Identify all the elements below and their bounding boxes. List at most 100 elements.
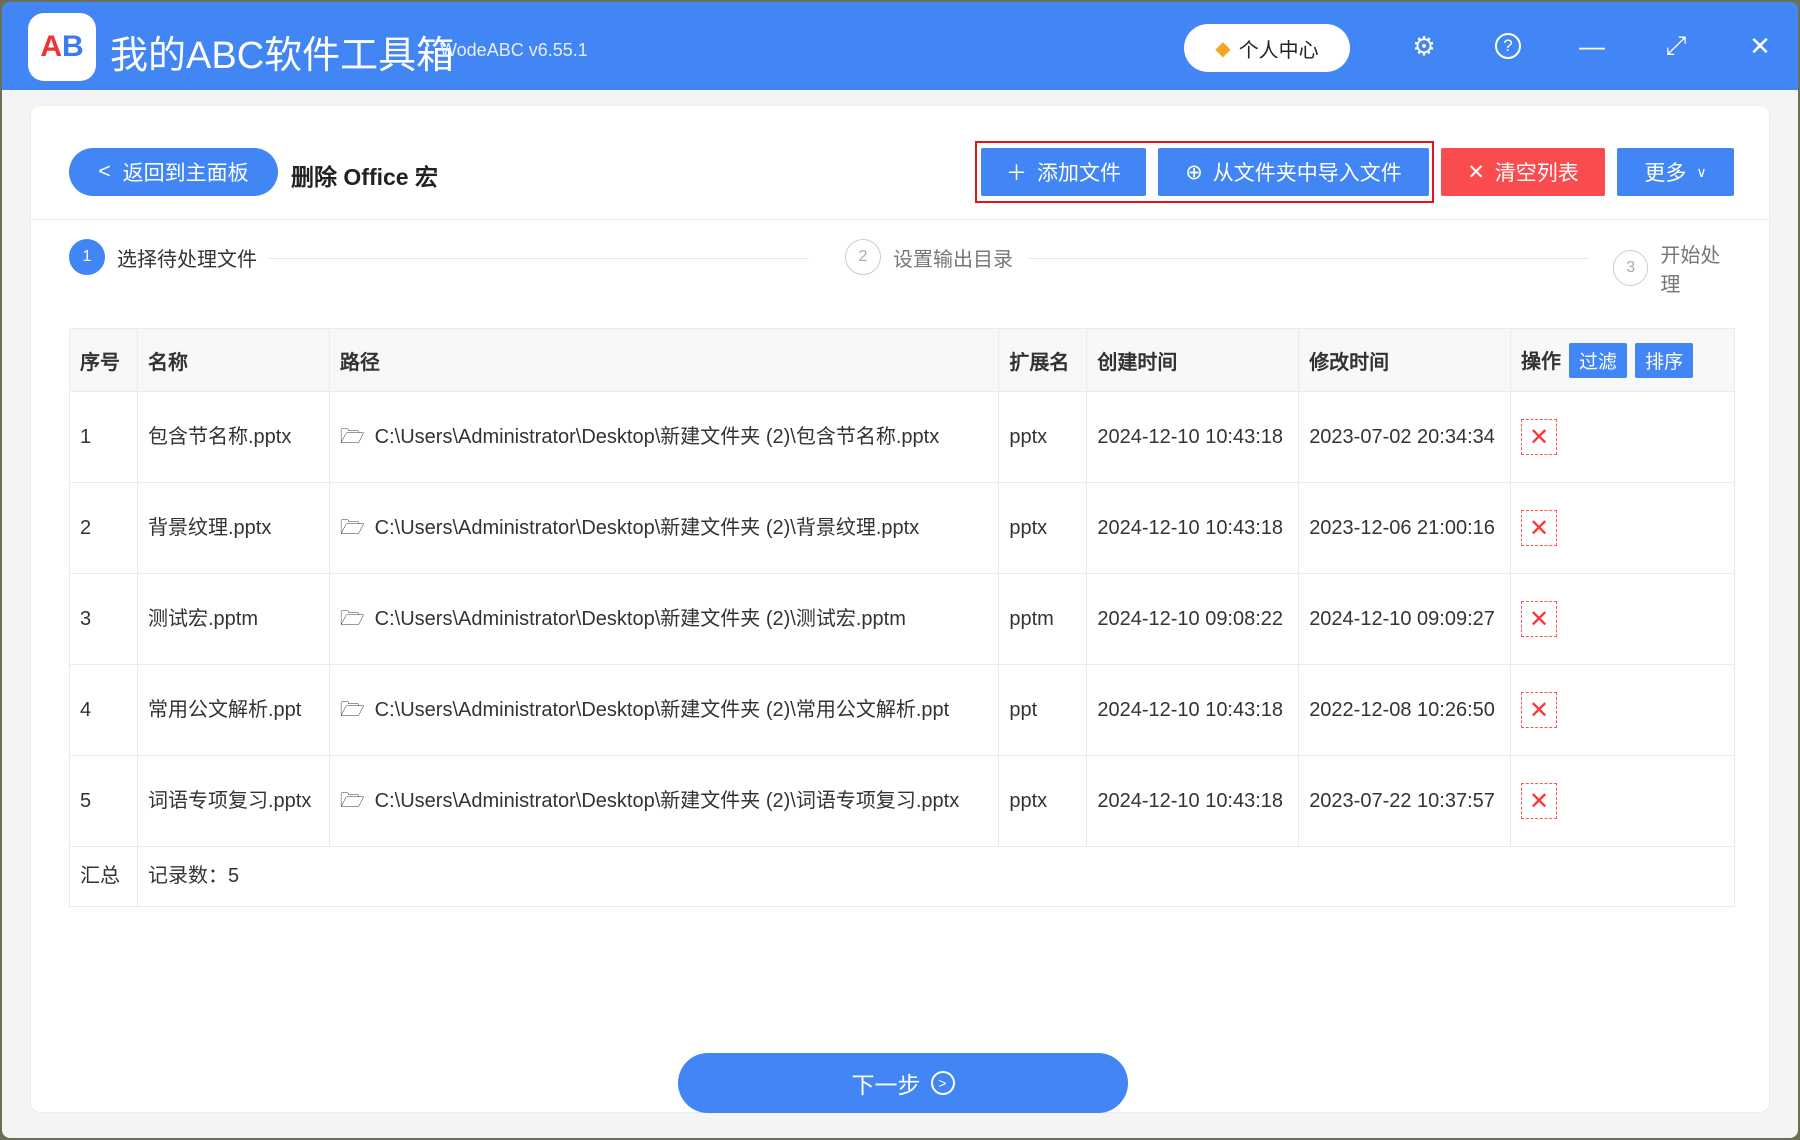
row-index: 3	[69, 573, 138, 665]
summary-value: 记录数：5	[136, 846, 1736, 907]
folder-icon[interactable]: 🗁	[340, 517, 365, 539]
row-created: 2024-12-10 10:43:18	[1086, 755, 1300, 847]
add-file-label: 添加文件	[1037, 162, 1121, 185]
main-panel: < 返回到主面板 删除 Office 宏 ＋ 添加文件 ⊕ 从文件夹中导入文件 ✕ 清空…	[30, 105, 1770, 1113]
row-path-text: C:\Users\Administrator\Desktop\新建文件夹 (2)…	[374, 425, 940, 448]
step-2: 2 设置输出目录	[835, 239, 1023, 275]
row-path: 🗁 C:\Users\Administrator\Desktop\新建文件夹 (2…	[328, 664, 1000, 756]
row-modified: 2024-12-10 09:09:27	[1298, 573, 1512, 665]
delete-row-icon[interactable]: ✕	[1521, 510, 1558, 546]
app-logo: AB	[28, 13, 96, 81]
row-path-text: C:\Users\Administrator\Desktop\新建文件夹 (2)…	[374, 607, 906, 630]
user-center-button[interactable]: ◆ 个人中心	[1184, 24, 1350, 72]
delete-row-icon[interactable]: ✕	[1521, 692, 1558, 728]
more-label: 更多	[1644, 162, 1687, 185]
col-path: 路径	[328, 328, 1000, 392]
row-ext: pptx	[998, 391, 1088, 483]
table-row: 2 背景纹理.pptx 🗁 C:\Users\Administrator\Desk…	[69, 482, 1735, 574]
row-path: 🗁 C:\Users\Administrator\Desktop\新建文件夹 (2…	[328, 573, 1000, 665]
row-created: 2024-12-10 10:43:18	[1086, 664, 1300, 756]
row-index: 4	[69, 664, 138, 756]
row-created: 2024-12-10 10:43:18	[1086, 391, 1300, 483]
row-action: ✕	[1510, 482, 1735, 574]
plus-icon: ＋	[1006, 162, 1027, 185]
row-name: 包含节名称.pptx	[136, 391, 330, 483]
chevron-left-icon: <	[98, 160, 111, 183]
file-table: 序号 名称 路径 扩展名 创建时间 修改时间 操作 过滤 排序 1 包含节名称.pp…	[69, 328, 1736, 907]
step-connector	[269, 258, 809, 259]
import-folder-button[interactable]: ⊕ 从文件夹中导入文件	[1158, 148, 1429, 196]
row-action: ✕	[1510, 664, 1735, 756]
clear-list-button[interactable]: ✕ 清空列表	[1441, 148, 1605, 196]
delete-row-icon[interactable]: ✕	[1521, 419, 1558, 455]
add-file-button[interactable]: ＋ 添加文件	[981, 148, 1146, 196]
sort-button[interactable]: 排序	[1635, 342, 1694, 378]
app-title: 我的ABC软件工具箱	[110, 35, 455, 77]
step-number: 1	[69, 239, 105, 275]
row-name: 常用公文解析.ppt	[136, 664, 330, 756]
close-icon[interactable]: ✕	[1742, 28, 1778, 64]
app-version: WodeABC v6.55.1	[440, 40, 588, 60]
table-row: 3 测试宏.pptm 🗁 C:\Users\Administrator\Deskt…	[69, 573, 1735, 665]
filter-button[interactable]: 过滤	[1569, 342, 1628, 378]
row-name: 背景纹理.pptx	[136, 482, 330, 574]
col-ext: 扩展名	[998, 328, 1088, 392]
step-connector	[1029, 258, 1589, 259]
arrow-right-circle-icon: >	[930, 1071, 955, 1095]
back-button[interactable]: < 返回到主面板	[69, 148, 278, 196]
folder-icon[interactable]: 🗁	[340, 699, 365, 721]
title-bar: AB 我的ABC软件工具箱 WodeABC v6.55.1 ◆ 个人中心 ⚙ ? …	[2, 2, 1798, 90]
stepper: 1 选择待处理文件 2 设置输出目录 3 开始处理	[69, 239, 1739, 297]
minimize-icon[interactable]: —	[1574, 28, 1610, 64]
col-modified: 修改时间	[1298, 328, 1512, 392]
table-row: 1 包含节名称.pptx 🗁 C:\Users\Administrator\Des…	[69, 391, 1735, 483]
folder-icon[interactable]: 🗁	[340, 426, 365, 448]
page-title: 删除 Office 宏	[291, 164, 438, 190]
action-header-label: 操作	[1521, 350, 1562, 373]
row-index: 2	[69, 482, 138, 574]
maximize-icon[interactable]: ⤢	[1658, 28, 1694, 64]
row-path: 🗁 C:\Users\Administrator\Desktop\新建文件夹 (2…	[328, 391, 1000, 483]
row-path-text: C:\Users\Administrator\Desktop\新建文件夹 (2)…	[374, 789, 960, 812]
row-action: ✕	[1510, 755, 1735, 847]
x-icon: ✕	[1467, 160, 1485, 184]
step-label: 选择待处理文件	[117, 248, 257, 271]
row-path: 🗁 C:\Users\Administrator\Desktop\新建文件夹 (2…	[328, 755, 1000, 847]
step-label: 设置输出目录	[893, 248, 1013, 271]
table-header: 序号 名称 路径 扩展名 创建时间 修改时间 操作 过滤 排序	[69, 328, 1735, 392]
row-path: 🗁 C:\Users\Administrator\Desktop\新建文件夹 (2…	[328, 482, 1000, 574]
settings-icon[interactable]: ⚙	[1406, 28, 1442, 64]
folder-icon[interactable]: 🗁	[340, 790, 365, 812]
step-number: 2	[845, 239, 881, 275]
delete-row-icon[interactable]: ✕	[1521, 601, 1558, 637]
row-name: 测试宏.pptm	[136, 573, 330, 665]
help-icon[interactable]: ?	[1490, 28, 1526, 64]
row-index: 5	[69, 755, 138, 847]
back-label: 返回到主面板	[122, 162, 249, 185]
col-index: 序号	[69, 328, 138, 392]
col-action: 操作 过滤 排序	[1510, 328, 1735, 392]
row-modified: 2023-12-06 21:00:16	[1298, 482, 1512, 574]
step-1: 1 选择待处理文件	[69, 239, 267, 275]
row-modified: 2023-07-02 20:34:34	[1298, 391, 1512, 483]
step-number: 3	[1613, 250, 1649, 286]
user-center-label: 个人中心	[1238, 39, 1319, 62]
row-path-text: C:\Users\Administrator\Desktop\新建文件夹 (2)…	[374, 698, 950, 721]
row-path-text: C:\Users\Administrator\Desktop\新建文件夹 (2)…	[374, 516, 920, 539]
row-ext: pptx	[998, 482, 1088, 574]
more-button[interactable]: 更多 ∨	[1617, 148, 1734, 196]
row-created: 2024-12-10 09:08:22	[1086, 573, 1300, 665]
app-window: AB 我的ABC软件工具箱 WodeABC v6.55.1 ◆ 个人中心 ⚙ ? …	[2, 2, 1798, 1138]
delete-row-icon[interactable]: ✕	[1521, 783, 1558, 819]
row-action: ✕	[1510, 391, 1735, 483]
plus-circle-icon: ⊕	[1185, 160, 1203, 184]
step-label: 开始处理	[1660, 245, 1721, 296]
row-action: ✕	[1510, 573, 1735, 665]
row-ext: pptm	[998, 573, 1088, 665]
summary-row: 汇总 记录数：5	[69, 846, 1736, 907]
next-step-button[interactable]: 下一步 >	[678, 1053, 1128, 1113]
folder-icon[interactable]: 🗁	[340, 608, 365, 630]
row-ext: pptx	[998, 755, 1088, 847]
toolbar: < 返回到主面板 删除 Office 宏 ＋ 添加文件 ⊕ 从文件夹中导入文件 ✕ 清空…	[31, 106, 1769, 220]
clear-list-label: 清空列表	[1494, 162, 1579, 185]
